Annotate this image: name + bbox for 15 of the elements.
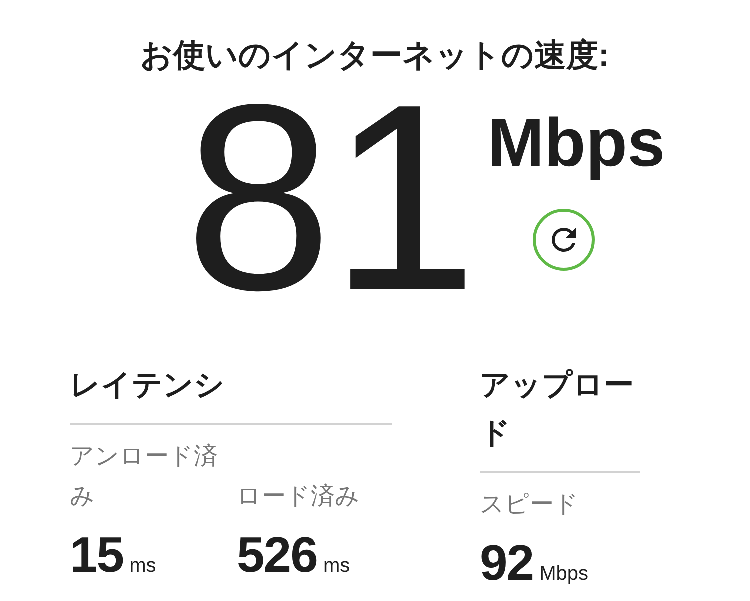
refresh-icon (552, 228, 576, 252)
metric-label: アンロード済み (70, 442, 219, 512)
metric-value: 15 (70, 527, 124, 583)
metric-value: 526 (237, 527, 318, 583)
latency-heading: レイテンシ (70, 362, 392, 425)
metric-label: スピード (480, 490, 580, 520)
metric-unit: Mbps (540, 562, 589, 587)
metric-label: ロード済み (237, 482, 361, 512)
metric-unit: ms (130, 554, 156, 579)
metric-value: 92 (480, 535, 534, 591)
speed-value: 81 (185, 98, 476, 298)
speed-heading: お使いのインターネットの速度: (140, 36, 610, 75)
upload-heading: アップロード (480, 362, 640, 473)
speed-unit: Mbps (488, 104, 666, 183)
metric-unit: ms (323, 554, 350, 579)
